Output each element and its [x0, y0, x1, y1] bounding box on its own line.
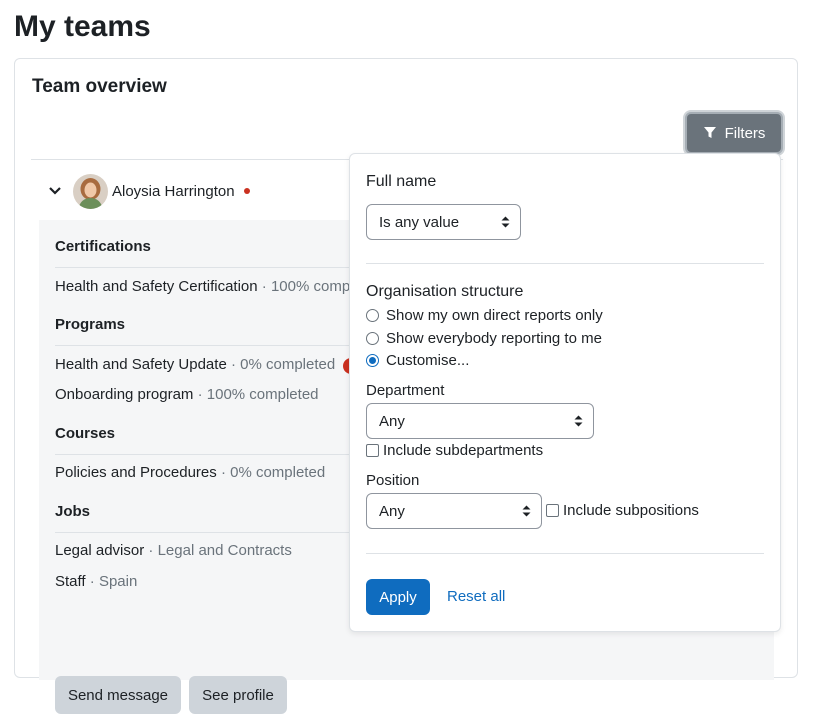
list-item: Health and Safety Certification · 100% c… — [55, 278, 350, 295]
divider — [366, 263, 764, 264]
apply-button[interactable]: Apply — [366, 579, 430, 615]
include-subdepartments-checkbox[interactable]: Include subdepartments — [366, 442, 543, 459]
item-name[interactable]: Policies and Procedures — [55, 464, 217, 481]
radio-button[interactable] — [366, 332, 379, 345]
card-title: Team overview — [32, 76, 167, 97]
checkbox-label: Include subdepartments — [383, 442, 544, 459]
filters-button[interactable]: Filters — [685, 112, 783, 154]
item-status: 0% completed — [240, 356, 336, 373]
org-option-everybody[interactable]: Show everybody reporting to me — [366, 330, 602, 347]
page-title: My teams — [14, 10, 151, 43]
item-separator: · — [230, 356, 236, 373]
checkbox-label: Include subpositions — [563, 502, 699, 519]
select-caret-icon — [522, 505, 531, 517]
radio-label: Show everybody reporting to me — [386, 330, 602, 347]
position-select[interactable]: Any — [366, 493, 542, 529]
item-separator: · — [261, 278, 267, 295]
reset-all-link[interactable]: Reset all — [447, 588, 505, 605]
filters-popover: Full name Is any value Organisation stru… — [349, 153, 781, 632]
item-separator: · — [220, 464, 226, 481]
select-caret-icon — [501, 216, 510, 228]
item-status: 0% completed — [230, 464, 326, 481]
list-item: Staff · Spain — [55, 573, 137, 590]
item-status: Legal and Contracts — [157, 542, 292, 559]
org-option-customise[interactable]: Customise... — [366, 352, 469, 369]
full-name-select-value: Is any value — [379, 213, 460, 231]
item-name: Legal advisor — [55, 542, 145, 559]
item-separator: · — [89, 573, 95, 590]
item-separator: · — [197, 386, 203, 403]
item-status: 100% comp — [270, 278, 351, 295]
filter-icon — [703, 127, 716, 138]
position-select-value: Any — [379, 502, 405, 520]
certifications-heading: Certifications — [55, 238, 151, 255]
item-status: 100% completed — [206, 386, 319, 403]
org-structure-label: Organisation structure — [366, 283, 524, 300]
radio-label: Customise... — [386, 352, 470, 369]
checkbox[interactable] — [366, 444, 379, 457]
see-profile-button[interactable]: See profile — [189, 676, 287, 714]
filters-button-label: Filters — [724, 124, 766, 142]
list-item: Onboarding program · 100% completed — [55, 386, 319, 403]
divider — [366, 553, 764, 554]
department-label: Department — [366, 382, 445, 399]
member-name[interactable]: Aloysia Harrington — [112, 183, 235, 200]
include-subpositions-checkbox[interactable]: Include subpositions — [546, 502, 699, 519]
radio-label: Show my own direct reports only — [386, 307, 603, 324]
list-item: Policies and Procedures · 0% completed — [55, 464, 325, 481]
radio-button[interactable] — [366, 309, 379, 322]
department-select-value: Any — [379, 412, 405, 430]
department-select[interactable]: Any — [366, 403, 594, 439]
programs-heading: Programs — [55, 316, 126, 333]
chevron-down-icon[interactable] — [45, 181, 65, 201]
avatar — [73, 173, 108, 209]
full-name-label: Full name — [366, 173, 437, 190]
jobs-heading: Jobs — [55, 503, 91, 520]
full-name-select[interactable]: Is any value — [366, 204, 521, 240]
org-option-direct-reports[interactable]: Show my own direct reports only — [366, 307, 603, 324]
courses-heading: Courses — [55, 425, 116, 442]
radio-button-checked[interactable] — [366, 354, 379, 367]
item-name: Staff — [55, 573, 86, 590]
item-name[interactable]: Health and Safety Update — [55, 356, 227, 373]
list-item: Health and Safety Update · 0% completed — [55, 356, 335, 373]
item-status: Spain — [98, 573, 138, 590]
item-separator: · — [148, 542, 154, 559]
member-row: Aloysia Harrington — [45, 173, 250, 209]
list-item: Legal advisor · Legal and Contracts — [55, 542, 292, 559]
item-name[interactable]: Health and Safety Certification — [55, 278, 258, 295]
checkbox[interactable] — [546, 504, 559, 517]
item-name[interactable]: Onboarding program — [55, 386, 193, 403]
send-message-button[interactable]: Send message — [55, 676, 181, 714]
select-caret-icon — [574, 415, 583, 427]
position-label: Position — [366, 472, 420, 489]
status-dot — [243, 188, 250, 194]
